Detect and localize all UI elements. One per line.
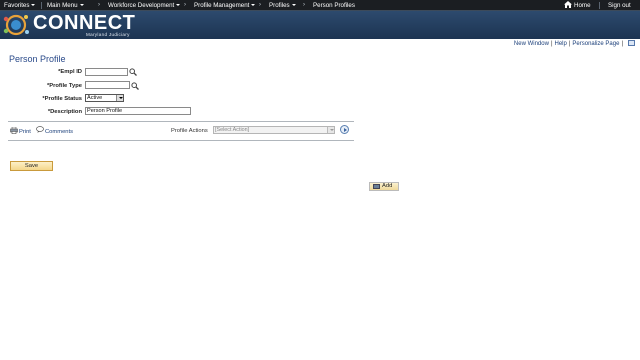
chevron-down-icon [79,4,84,6]
personalize-grid-icon[interactable] [628,40,635,46]
comments-link[interactable]: Comments [45,128,73,136]
breadcrumb-label: Workforce Development [108,2,175,9]
printer-icon[interactable] [10,127,18,134]
go-arrow-icon[interactable] [340,125,349,134]
favorites-menu[interactable]: Favorites [4,0,36,11]
link-separator: | [568,41,571,47]
divider [8,121,354,122]
new-window-link[interactable]: New Window [514,41,549,47]
profile-actions-value: [Select Action] [215,127,250,133]
breadcrumb-chevron-icon: › [303,2,305,8]
main-menu[interactable]: Main Menu [47,0,84,11]
profile-actions-label: Profile Actions [171,128,208,134]
breadcrumb-chevron-icon: › [98,2,100,8]
chevron-down-icon [327,127,334,133]
description-input[interactable] [85,107,191,115]
chevron-down-icon [31,4,36,6]
breadcrumb-workforce-development[interactable]: Workforce Development [108,0,181,11]
profile-actions-select[interactable]: [Select Action] [213,126,335,134]
home-link[interactable]: Home [564,0,591,11]
print-link[interactable]: Print [19,128,31,136]
banner-subtitle: Maryland Judiciary [86,32,130,37]
page-title: Person Profile [9,54,66,64]
help-link[interactable]: Help [555,41,567,47]
search-lookup-icon[interactable] [131,82,139,90]
chevron-down-icon [116,95,123,101]
add-icon [373,184,380,189]
add-button-label: Add [382,183,393,189]
breadcrumb-profiles[interactable]: Profiles [269,0,296,11]
personalize-page-link[interactable]: Personalize Page [572,41,619,47]
profile-status-select[interactable]: Active [85,94,124,102]
sign-out-link[interactable]: Sign out [608,0,631,11]
breadcrumb-chevron-icon: › [259,2,261,8]
sign-out-label: Sign out [608,2,631,9]
home-label: Home [574,2,591,9]
profile-status-value: Active [87,95,103,101]
profile-status-label: *Profile Status [42,96,82,102]
comments-icon[interactable] [36,126,44,133]
empl-id-input[interactable] [85,68,128,76]
nav-divider [41,2,42,9]
nav-divider [599,2,600,9]
add-button[interactable]: Add [369,182,399,191]
connect-logo-icon [3,14,29,36]
link-separator: | [550,41,553,47]
breadcrumb-label: Profile Management [194,2,250,9]
main-menu-label: Main Menu [47,2,78,9]
search-lookup-icon[interactable] [129,68,137,76]
description-label: *Description [47,109,82,115]
top-nav-bar: Favorites Main Menu › Workforce Developm… [0,0,640,11]
profile-type-label: *Profile Type [46,83,82,89]
profile-type-input[interactable] [85,81,130,89]
chevron-down-icon [251,4,256,6]
divider [8,140,354,141]
breadcrumb-chevron-icon: › [184,2,186,8]
page-links: New Window | Help | Personalize Page | [514,40,635,49]
breadcrumb-person-profiles[interactable]: Person Profiles [313,0,355,11]
favorites-label: Favorites [4,2,30,9]
chevron-down-icon [176,4,181,6]
breadcrumb-profile-management[interactable]: Profile Management [194,0,256,11]
connect-logo-text: CONNECT [33,12,136,34]
link-separator: | [621,41,623,47]
save-button[interactable]: Save [10,161,53,171]
chevron-down-icon [291,4,296,6]
breadcrumb-label: Profiles [269,2,290,9]
home-icon [564,1,572,8]
breadcrumb-label: Person Profiles [313,2,355,9]
empl-id-label: *Empl ID [58,69,82,75]
